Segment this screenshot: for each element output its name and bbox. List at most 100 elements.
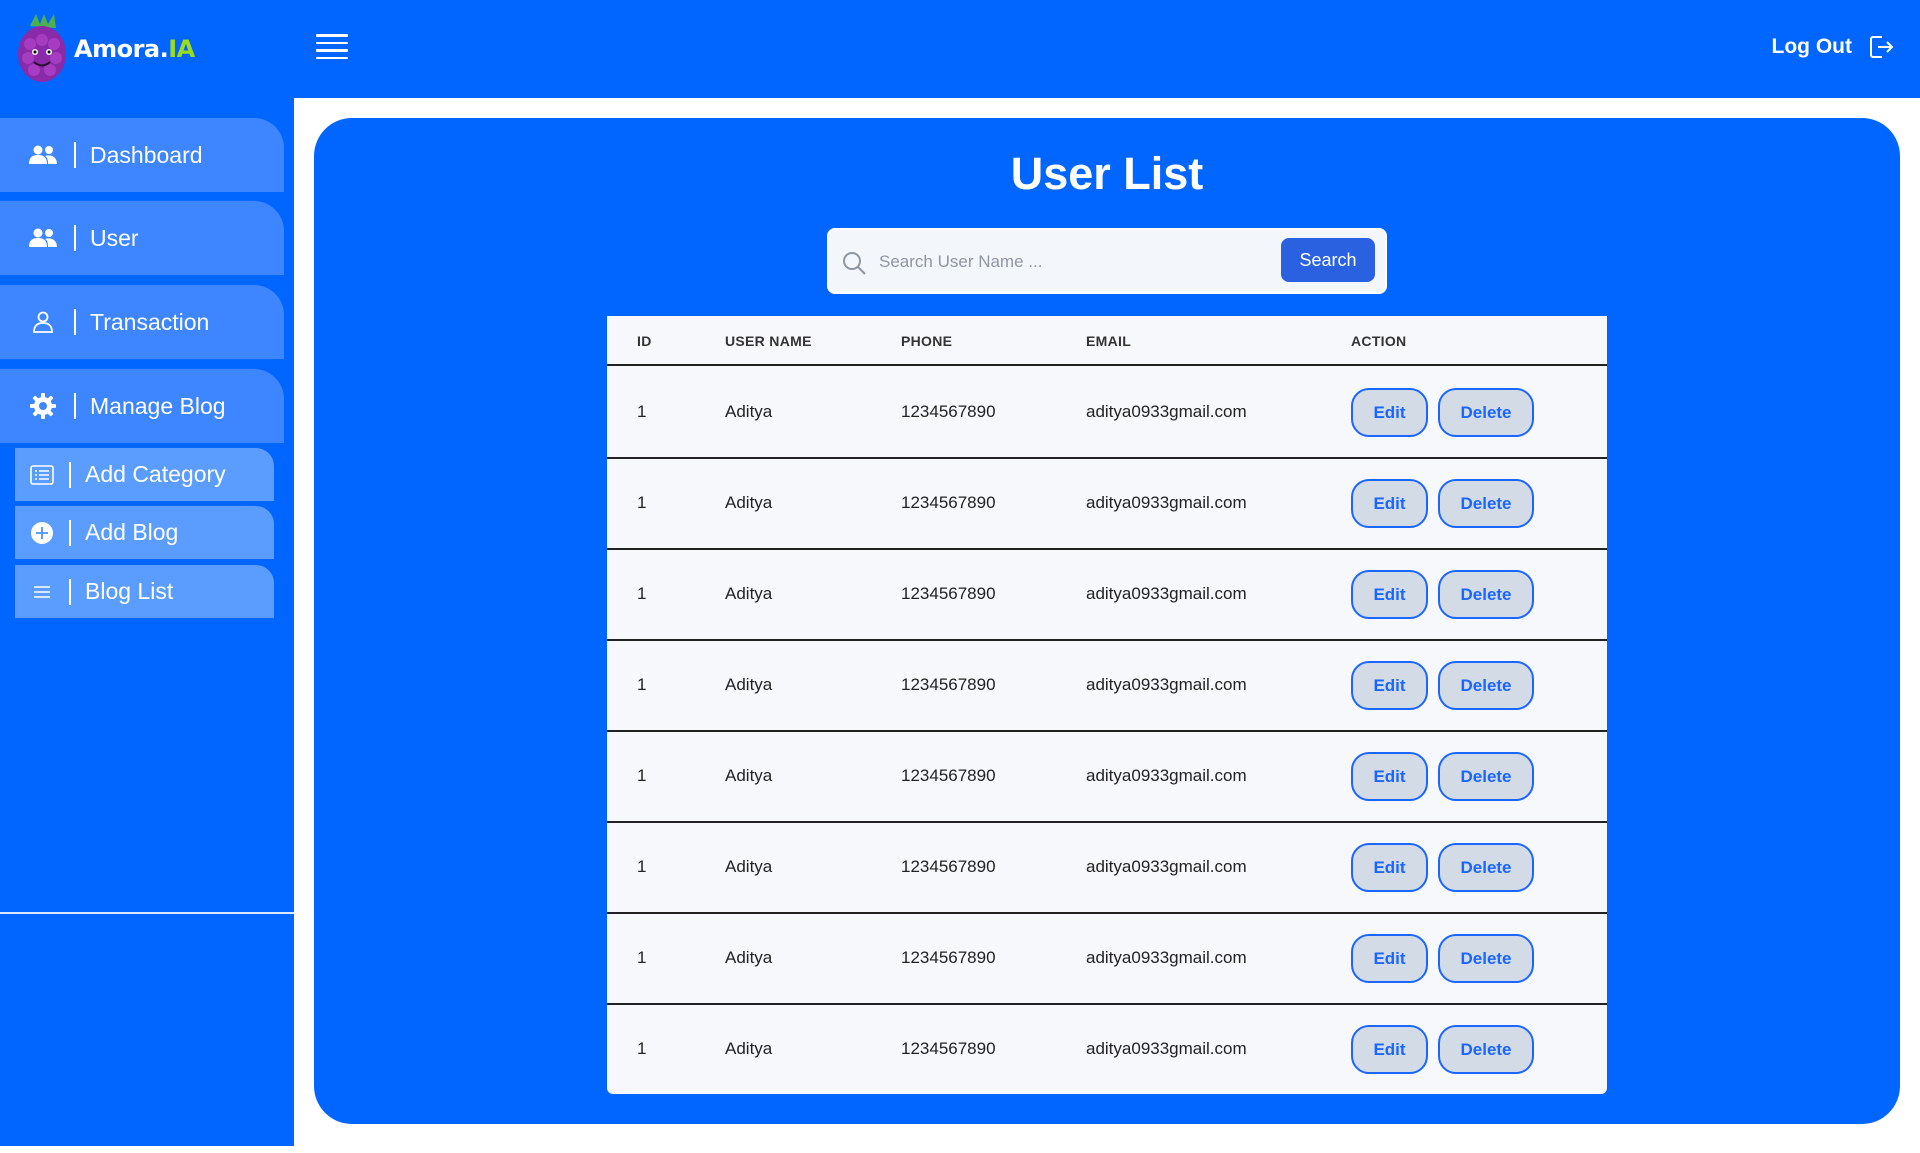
edit-button[interactable]: Edit: [1351, 752, 1428, 801]
cell-user-name: Aditya: [725, 675, 773, 694]
cell-phone: 1234567890: [901, 402, 996, 421]
main-panel: User List Search ID USER NAME PHONE EMAI…: [314, 118, 1900, 1124]
sidebar-divider: [0, 912, 294, 914]
cell-email: aditya0933gmail.com: [1086, 584, 1247, 603]
edit-button[interactable]: Edit: [1351, 479, 1428, 528]
cell-email: aditya0933gmail.com: [1086, 1039, 1247, 1058]
cell-phone: 1234567890: [901, 493, 996, 512]
cell-email: aditya0933gmail.com: [1086, 493, 1247, 512]
sidebar-subitem-add-category[interactable]: Add Category: [15, 448, 274, 501]
table-row: 1 Aditya 1234567890 aditya0933gmail.com Edit…: [607, 550, 1607, 641]
cell-email: aditya0933gmail.com: [1086, 766, 1247, 785]
users-icon: [28, 140, 58, 170]
delete-button[interactable]: Delete: [1438, 934, 1534, 983]
sidebar-item-label: Transaction: [90, 308, 210, 335]
table-header: ID USER NAME PHONE EMAIL ACTION: [607, 316, 1607, 366]
sidebar-item-dashboard[interactable]: Dashboard: [0, 118, 284, 192]
column-header-email: EMAIL: [1086, 333, 1132, 349]
cell-user-name: Aditya: [725, 857, 773, 876]
column-header-phone: PHONE: [901, 333, 953, 349]
separator: [74, 309, 76, 335]
separator: [74, 225, 76, 251]
cell-user-name: Aditya: [725, 584, 773, 603]
edit-button[interactable]: Edit: [1351, 1025, 1428, 1074]
app-logo[interactable]: Amora.IA: [16, 12, 195, 86]
separator: [69, 578, 71, 605]
cell-user-name: Aditya: [725, 948, 773, 967]
cell-user-name: Aditya: [725, 766, 773, 785]
cell-phone: 1234567890: [901, 948, 996, 967]
sidebar-subitem-label: Blog List: [85, 578, 174, 604]
search-button[interactable]: Search: [1281, 238, 1375, 282]
sidebar: Dashboard User Transaction Manage Blog A…: [0, 98, 294, 1146]
gear-icon: [28, 391, 58, 421]
app-name: Amora.IA: [74, 35, 195, 63]
edit-button[interactable]: Edit: [1351, 570, 1428, 619]
separator: [74, 142, 76, 168]
users-icon: [28, 223, 58, 253]
sidebar-subitem-label: Add Category: [85, 461, 226, 487]
delete-button[interactable]: Delete: [1438, 570, 1534, 619]
cell-id: 1: [637, 766, 647, 785]
cell-phone: 1234567890: [901, 675, 996, 694]
table-row: 1 Aditya 1234567890 aditya0933gmail.com Edit…: [607, 368, 1607, 459]
cell-id: 1: [637, 402, 647, 421]
sidebar-item-manage-blog[interactable]: Manage Blog: [0, 369, 284, 443]
search-icon: [843, 252, 866, 275]
column-header-id: ID: [637, 333, 652, 349]
sidebar-item-user[interactable]: User: [0, 201, 284, 275]
sidebar-subitem-blog-list[interactable]: Blog List: [15, 565, 274, 618]
logout-button[interactable]: Log Out: [1772, 34, 1894, 60]
sidebar-item-transaction[interactable]: Transaction: [0, 285, 284, 359]
sidebar-item-label: Dashboard: [90, 141, 203, 168]
cell-user-name: Aditya: [725, 1039, 773, 1058]
edit-button[interactable]: Edit: [1351, 388, 1428, 437]
raspberry-logo-icon: [18, 14, 66, 82]
user-table: ID USER NAME PHONE EMAIL ACTION 1 Aditya 1…: [607, 316, 1607, 1094]
sidebar-subitem-label: Add Blog: [85, 519, 179, 545]
cell-id: 1: [637, 675, 647, 694]
user-icon: [28, 307, 58, 337]
column-header-user-name: USER NAME: [725, 333, 812, 349]
sidebar-item-label: User: [90, 224, 139, 251]
cell-email: aditya0933gmail.com: [1086, 857, 1247, 876]
delete-button[interactable]: Delete: [1438, 661, 1534, 710]
column-header-action: ACTION: [1351, 333, 1407, 349]
table-row: 1 Aditya 1234567890 aditya0933gmail.com Edit…: [607, 641, 1607, 732]
delete-button[interactable]: Delete: [1438, 752, 1534, 801]
separator: [69, 519, 71, 546]
cell-id: 1: [637, 1039, 647, 1058]
logout-icon: [1870, 36, 1894, 58]
edit-button[interactable]: Edit: [1351, 661, 1428, 710]
hamburger-menu-icon[interactable]: [316, 34, 348, 62]
sidebar-subitem-add-blog[interactable]: Add Blog: [15, 506, 274, 559]
table-row: 1 Aditya 1234567890 aditya0933gmail.com Edit…: [607, 914, 1607, 1005]
delete-button[interactable]: Delete: [1438, 843, 1534, 892]
cell-id: 1: [637, 584, 647, 603]
cell-id: 1: [637, 493, 647, 512]
cell-phone: 1234567890: [901, 1039, 996, 1058]
cell-phone: 1234567890: [901, 584, 996, 603]
cell-id: 1: [637, 948, 647, 967]
cell-email: aditya0933gmail.com: [1086, 402, 1247, 421]
delete-button[interactable]: Delete: [1438, 1025, 1534, 1074]
cell-phone: 1234567890: [901, 766, 996, 785]
search-input[interactable]: [879, 243, 1279, 281]
table-row: 1 Aditya 1234567890 aditya0933gmail.com Edit…: [607, 732, 1607, 823]
cell-user-name: Aditya: [725, 493, 773, 512]
delete-button[interactable]: Delete: [1438, 388, 1534, 437]
plus-circle-icon: [29, 520, 55, 546]
table-row: 1 Aditya 1234567890 aditya0933gmail.com Edit…: [607, 459, 1607, 550]
separator: [74, 393, 76, 419]
page-title: User List: [1010, 148, 1204, 199]
logout-label: Log Out: [1771, 35, 1852, 58]
sidebar-item-label: Manage Blog: [90, 392, 226, 419]
cell-email: aditya0933gmail.com: [1086, 675, 1247, 694]
delete-button[interactable]: Delete: [1438, 479, 1534, 528]
edit-button[interactable]: Edit: [1351, 934, 1428, 983]
table-row: 1 Aditya 1234567890 aditya0933gmail.com Edit…: [607, 1005, 1607, 1096]
top-bar: Amora.IA Log Out: [0, 0, 1920, 98]
search-box: Search: [827, 228, 1387, 294]
edit-button[interactable]: Edit: [1351, 843, 1428, 892]
separator: [69, 461, 71, 488]
